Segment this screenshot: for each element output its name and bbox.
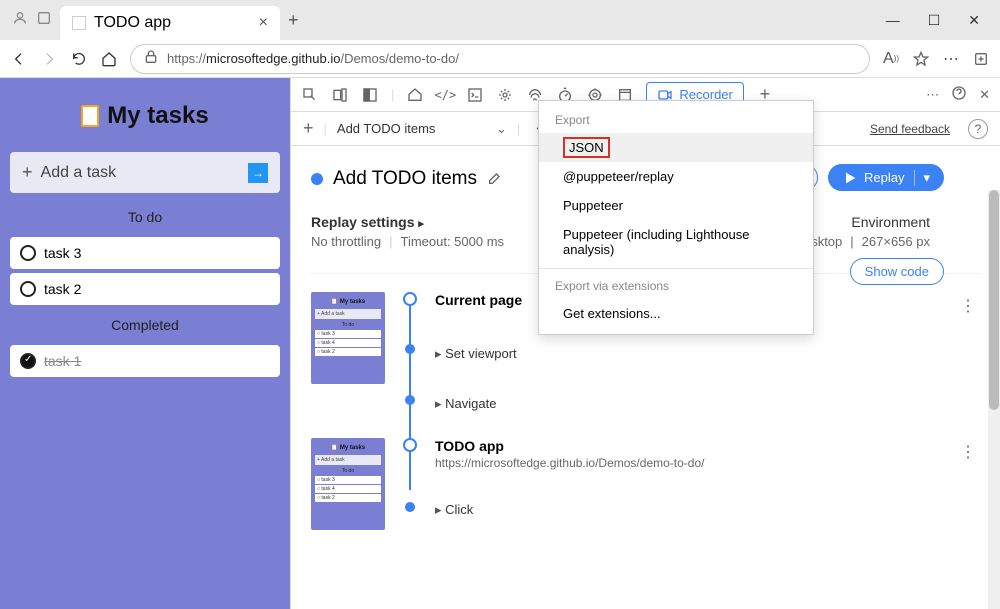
step-title[interactable]: TODO app — [435, 438, 940, 456]
maximize-button[interactable]: ☐ — [928, 12, 941, 29]
app-title: My tasks — [10, 88, 280, 144]
url-text: https://microsoftedge.github.io/Demos/de… — [167, 51, 459, 66]
profile-controls — [4, 10, 60, 31]
help-button[interactable]: ? — [968, 119, 988, 139]
edit-name-button[interactable] — [487, 170, 503, 189]
close-tab-button[interactable]: × — [259, 14, 268, 32]
device-icon[interactable] — [331, 86, 349, 104]
todo-section-label: To do — [10, 201, 280, 233]
browser-tab[interactable]: TODO app × — [60, 6, 280, 40]
refresh-button[interactable] — [70, 50, 88, 68]
devtools-more-icon[interactable]: ⋯ — [926, 87, 939, 103]
substep[interactable]: Set viewport — [435, 338, 940, 370]
task-item[interactable]: task 2 — [10, 273, 280, 305]
address-bar[interactable]: https://microsoftedge.github.io/Demos/de… — [130, 44, 870, 74]
step-thumbnail: 📋 My tasks + Add a task To do ○ task 3 ○… — [311, 438, 385, 530]
inspect-icon[interactable] — [301, 86, 319, 104]
favorite-button[interactable] — [912, 50, 930, 68]
export-puppeteer-lighthouse-option[interactable]: Puppeteer (including Lighthouse analysis… — [539, 220, 813, 264]
export-json-option[interactable]: JSON — [539, 133, 813, 162]
back-button[interactable] — [10, 50, 28, 68]
export-puppeteer-option[interactable]: Puppeteer — [539, 191, 813, 220]
send-feedback-link[interactable]: Send feedback — [870, 122, 950, 136]
recording-name: Add TODO items — [333, 168, 477, 190]
submit-task-button[interactable]: → — [248, 163, 268, 183]
completed-section-label: Completed — [10, 309, 280, 341]
add-task-input[interactable]: + Add a task → — [10, 152, 280, 193]
clipboard-icon — [81, 105, 99, 127]
substep[interactable]: Navigate — [435, 388, 940, 420]
export-section-header: Export — [539, 107, 813, 133]
browser-titlebar: TODO app × + — ☐ ✕ — [0, 0, 1000, 40]
more-button[interactable]: ⋯ — [942, 50, 960, 68]
new-tab-button[interactable]: + — [288, 10, 299, 31]
forward-button — [40, 50, 58, 68]
new-recording-button[interactable]: + — [303, 118, 314, 139]
chevron-down-icon: ⌄ — [496, 121, 507, 137]
sources-icon[interactable] — [496, 86, 514, 104]
step-thumbnail: 📋 My tasks + Add a task To do ○ task 3 ○… — [311, 292, 385, 384]
step-menu-button[interactable]: ⋮ — [956, 438, 980, 466]
browser-navbar: https://microsoftedge.github.io/Demos/de… — [0, 40, 1000, 78]
export-puppeteer-replay-option[interactable]: @puppeteer/replay — [539, 162, 813, 191]
step-subtitle: https://microsoftedge.github.io/Demos/de… — [435, 456, 940, 480]
console-icon[interactable] — [466, 86, 484, 104]
site-info-icon[interactable] — [143, 49, 159, 68]
welcome-icon[interactable] — [406, 86, 424, 104]
minimize-button[interactable]: — — [886, 12, 900, 29]
elements-icon[interactable]: </> — [436, 86, 454, 104]
help-icon[interactable] — [951, 85, 967, 104]
dock-icon[interactable] — [361, 86, 379, 104]
export-menu: Export JSON @puppeteer/replay Puppeteer … — [538, 100, 814, 335]
substep[interactable]: Click — [435, 494, 940, 526]
scrollbar[interactable] — [988, 190, 1000, 609]
close-window-button[interactable]: ✕ — [968, 12, 980, 29]
step-menu-button[interactable]: ⋮ — [956, 292, 980, 320]
plus-icon: + — [22, 162, 33, 183]
task-item[interactable]: task 3 — [10, 237, 280, 269]
todo-app: My tasks + Add a task → To do task 3 tas… — [0, 78, 290, 609]
checkbox-checked-icon[interactable] — [20, 353, 36, 369]
show-code-button[interactable]: Show code — [850, 258, 944, 285]
tab-title: TODO app — [94, 14, 171, 32]
replay-button[interactable]: Replay ▾ — [828, 164, 944, 191]
checkbox-icon[interactable] — [20, 245, 36, 261]
recording-selector[interactable]: Add TODO items ⌄ — [337, 121, 507, 137]
checkbox-icon[interactable] — [20, 281, 36, 297]
export-extensions-header: Export via extensions — [539, 273, 813, 299]
tab-favicon — [72, 16, 86, 30]
profile-icon[interactable] — [12, 10, 28, 31]
replay-speed-dropdown[interactable]: ▾ — [914, 170, 930, 186]
close-devtools-button[interactable]: ✕ — [979, 87, 990, 103]
record-dot-icon — [311, 173, 323, 185]
home-button[interactable] — [100, 50, 118, 68]
get-extensions-option[interactable]: Get extensions... — [539, 299, 813, 328]
step-group: 📋 My tasks + Add a task To do ○ task 3 ○… — [311, 438, 980, 530]
workspaces-icon[interactable] — [36, 10, 52, 31]
collections-icon[interactable] — [972, 50, 990, 68]
read-aloud-icon[interactable]: A)) — [882, 50, 900, 68]
task-item-done[interactable]: task 1 — [10, 345, 280, 377]
